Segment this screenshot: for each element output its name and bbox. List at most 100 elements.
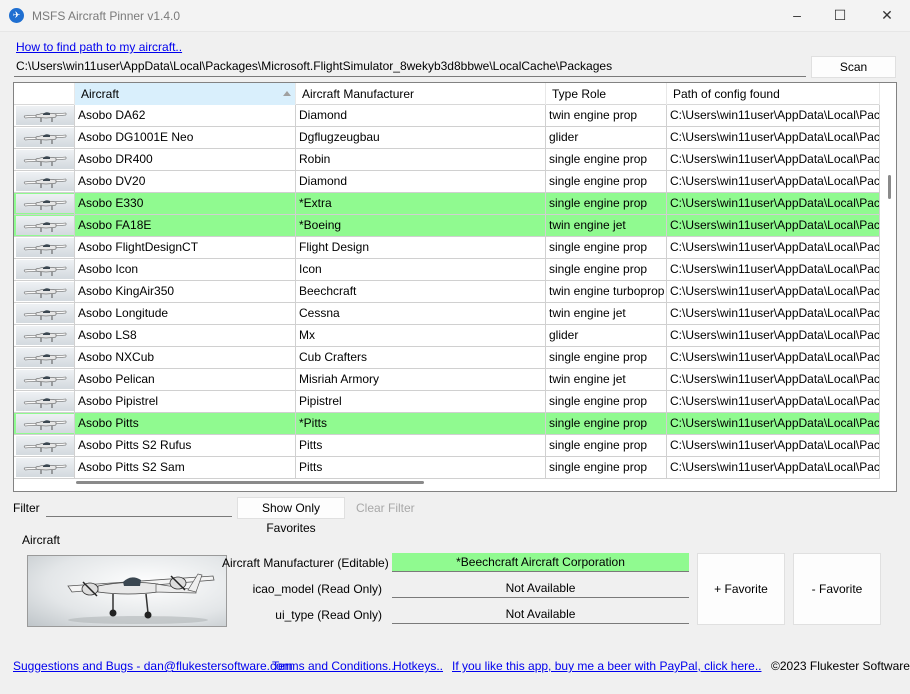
cell-aircraft: Asobo Pitts S2 Sam [75, 457, 296, 478]
column-header-manufacturer[interactable]: Aircraft Manufacturer [296, 83, 546, 105]
aircraft-thumbnail-icon [16, 436, 74, 455]
scan-button[interactable]: Scan [811, 56, 896, 78]
cell-manufacturer: *Boeing [296, 215, 546, 236]
maximize-button[interactable]: ☐ [817, 0, 863, 32]
cell-config-path: C:\Users\win11user\AppData\Local\Packag [667, 105, 880, 126]
cell-aircraft: Asobo DR400 [75, 149, 296, 170]
table-row[interactable]: Asobo LS8 Mx glider C:\Users\win11user\AppD… [14, 325, 880, 347]
aircraft-grid[interactable]: Aircraft Aircraft Manufacturer Type Role… [13, 82, 897, 492]
aircraft-thumbnail-icon [16, 172, 74, 191]
table-row[interactable]: Asobo DG1001E Neo Dgflugzeugbau glider C:\U… [14, 127, 880, 149]
help-path-link[interactable]: How to find path to my aircraft.. [16, 40, 182, 54]
aircraft-thumbnail-icon [16, 150, 74, 169]
cell-manufacturer: Pitts [296, 435, 546, 456]
cell-config-path: C:\Users\win11user\AppData\Local\Packag [667, 259, 880, 280]
table-row[interactable]: Asobo NXCub Cub Crafters single engine pro… [14, 347, 880, 369]
aircraft-section-label: Aircraft [22, 533, 61, 547]
title-bar: ✈ MSFS Aircraft Pinner v1.4.0 – ☐ ✕ [0, 0, 910, 32]
cell-aircraft: Asobo Pipistrel [75, 391, 296, 412]
table-row[interactable]: Asobo E330 *Extra single engine prop C:\Use… [14, 193, 880, 215]
grid-header: Aircraft Aircraft Manufacturer Type Role… [14, 83, 880, 105]
cell-aircraft: Asobo Pitts S2 Rufus [75, 435, 296, 456]
cell-type-role: single engine prop [546, 171, 667, 192]
table-row[interactable]: Asobo Pipistrel Pipistrel single engine pr… [14, 391, 880, 413]
cell-thumbnail [14, 325, 75, 346]
cell-config-path: C:\Users\win11user\AppData\Local\Packag [667, 149, 880, 170]
table-row[interactable]: Asobo FA18E *Boeing twin engine jet C:\User… [14, 215, 880, 237]
packages-path-field[interactable]: C:\Users\win11user\AppData\Local\Package… [14, 58, 806, 77]
cell-config-path: C:\Users\win11user\AppData\Local\Packag [667, 171, 880, 192]
manufacturer-field[interactable]: *Beechcraft Aircraft Corporation [392, 553, 689, 572]
vertical-scrollbar[interactable] [888, 175, 891, 199]
cell-manufacturer: Pitts [296, 457, 546, 478]
cell-type-role: glider [546, 127, 667, 148]
paypal-link[interactable]: If you like this app, buy me a beer with… [452, 659, 761, 673]
clear-filter-button[interactable]: Clear Filter [356, 501, 415, 515]
cell-thumbnail [14, 237, 75, 258]
cell-type-role: single engine prop [546, 149, 667, 170]
aircraft-thumbnail-icon [16, 392, 74, 411]
minimize-button[interactable]: – [774, 0, 820, 32]
horizontal-scrollbar[interactable] [76, 481, 424, 484]
aircraft-thumbnail-icon [16, 414, 74, 433]
cell-aircraft: Asobo Pitts [75, 413, 296, 434]
cell-config-path: C:\Users\win11user\AppData\Local\Packag [667, 347, 880, 368]
suggestions-link[interactable]: Suggestions and Bugs - dan@flukestersoft… [13, 659, 293, 673]
aircraft-thumbnail-icon [16, 194, 74, 213]
table-row[interactable]: Asobo DV20 Diamond single engine prop C:\Us… [14, 171, 880, 193]
table-row[interactable]: Asobo Icon Icon single engine prop C:\Users… [14, 259, 880, 281]
cell-config-path: C:\Users\win11user\AppData\Local\Packag [667, 325, 880, 346]
terms-link[interactable]: Terms and Conditions.. [272, 659, 395, 673]
cell-manufacturer: Dgflugzeugbau [296, 127, 546, 148]
cell-type-role: twin engine jet [546, 369, 667, 390]
cell-thumbnail [14, 193, 75, 214]
cell-aircraft: Asobo FlightDesignCT [75, 237, 296, 258]
cell-thumbnail [14, 435, 75, 456]
cell-manufacturer: Cessna [296, 303, 546, 324]
show-only-favorites-button[interactable]: Show Only Favorites [237, 497, 345, 535]
remove-favorite-button[interactable]: - Favorite [793, 553, 881, 625]
table-row[interactable]: Asobo Pitts S2 Rufus Pitts single engine p… [14, 435, 880, 457]
cell-manufacturer: Cub Crafters [296, 347, 546, 368]
table-row[interactable]: Asobo DR400 Robin single engine prop C:\Use… [14, 149, 880, 171]
cell-type-role: single engine prop [546, 413, 667, 434]
cell-type-role: single engine prop [546, 193, 667, 214]
cell-config-path: C:\Users\win11user\AppData\Local\Packag [667, 303, 880, 324]
hotkeys-link[interactable]: Hotkeys.. [393, 659, 443, 673]
cell-thumbnail [14, 347, 75, 368]
table-row[interactable]: Asobo Longitude Cessna twin engine jet C:\U… [14, 303, 880, 325]
manufacturer-label: Aircraft Manufacturer (Editable) [222, 556, 389, 570]
table-row[interactable]: Asobo Pitts *Pitts single engine prop C:\Us… [14, 413, 880, 435]
cell-aircraft: Asobo KingAir350 [75, 281, 296, 302]
cell-aircraft: Asobo DG1001E Neo [75, 127, 296, 148]
table-row[interactable]: Asobo Pelican Misriah Armory twin engine j… [14, 369, 880, 391]
cell-type-role: single engine prop [546, 237, 667, 258]
close-button[interactable]: ✕ [864, 0, 910, 32]
column-header-type-role[interactable]: Type Role [546, 83, 667, 105]
cell-config-path: C:\Users\win11user\AppData\Local\Packag [667, 215, 880, 236]
cell-type-role: twin engine jet [546, 303, 667, 324]
aircraft-thumbnail-icon [16, 282, 74, 301]
cell-manufacturer: Diamond [296, 171, 546, 192]
table-row[interactable]: Asobo Pitts S2 Sam Pitts single engine pro… [14, 457, 880, 479]
table-row[interactable]: Asobo DA62 Diamond twin engine prop C:\User… [14, 105, 880, 127]
cell-manufacturer: Mx [296, 325, 546, 346]
cell-type-role: single engine prop [546, 259, 667, 280]
column-header-aircraft[interactable]: Aircraft [75, 83, 296, 105]
table-row[interactable]: Asobo KingAir350 Beechcraft twin engine tu… [14, 281, 880, 303]
sort-ascending-icon [283, 91, 291, 96]
cell-thumbnail [14, 127, 75, 148]
cell-config-path: C:\Users\win11user\AppData\Local\Packag [667, 391, 880, 412]
cell-aircraft: Asobo LS8 [75, 325, 296, 346]
aircraft-thumbnail-icon [16, 128, 74, 147]
cell-thumbnail [14, 149, 75, 170]
filter-input[interactable] [46, 498, 232, 517]
table-row[interactable]: Asobo FlightDesignCT Flight Design single … [14, 237, 880, 259]
cell-manufacturer: Diamond [296, 105, 546, 126]
add-favorite-button[interactable]: + Favorite [697, 553, 785, 625]
cell-thumbnail [14, 303, 75, 324]
cell-manufacturer: Misriah Armory [296, 369, 546, 390]
column-header-config-path[interactable]: Path of config found [667, 83, 880, 105]
cell-aircraft: Asobo FA18E [75, 215, 296, 236]
cell-aircraft: Asobo DA62 [75, 105, 296, 126]
